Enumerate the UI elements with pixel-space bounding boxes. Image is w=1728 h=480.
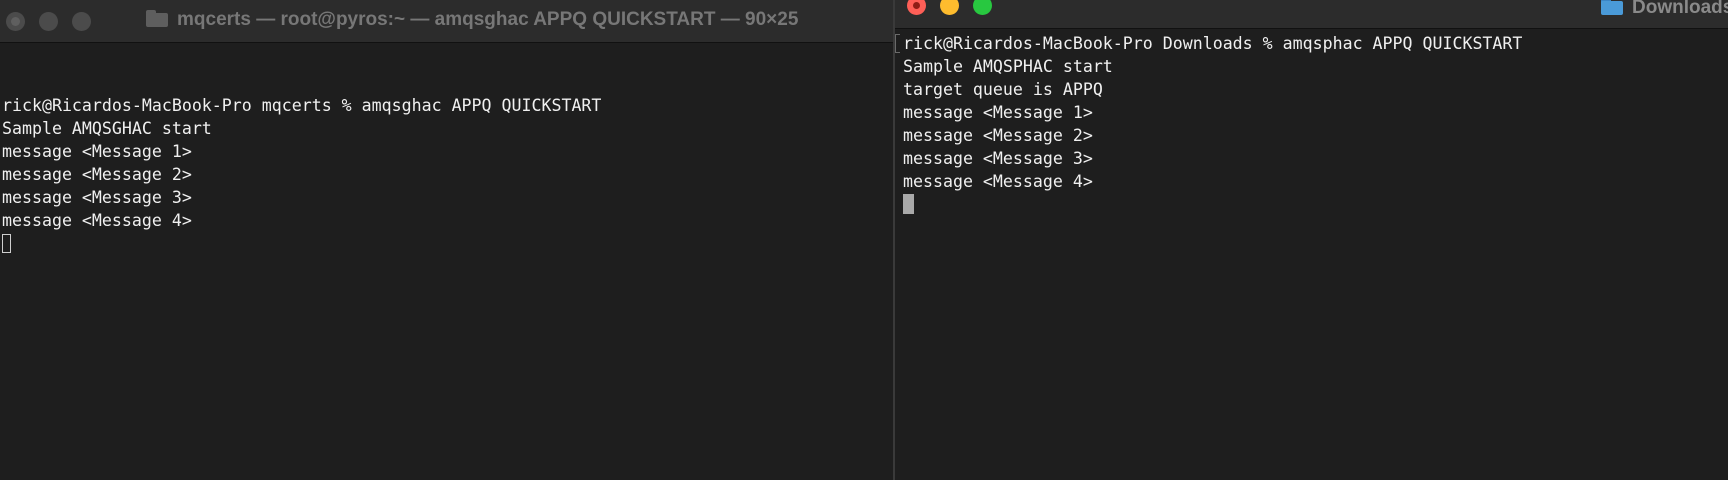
minimize-button[interactable] xyxy=(39,12,58,31)
window-titlebar-right[interactable]: Downloads xyxy=(895,0,1728,29)
window-title-left: mqcerts — root@pyros:~ — amqsghac APPQ Q… xyxy=(146,8,798,32)
terminal-line: message <Message 1> xyxy=(903,103,1093,122)
desktop: mqcerts — root@pyros:~ — amqsghac APPQ Q… xyxy=(0,0,1728,480)
zoom-button[interactable] xyxy=(973,0,992,15)
terminal-line: message <Message 4> xyxy=(903,172,1093,191)
window-titlebar-left[interactable]: mqcerts — root@pyros:~ — amqsghac APPQ Q… xyxy=(0,0,894,43)
terminal-line: Sample AMQSPHAC start xyxy=(903,57,1113,76)
close-button[interactable] xyxy=(6,12,25,31)
folder-icon xyxy=(146,10,168,27)
close-button[interactable] xyxy=(907,0,926,15)
terminal-output-left[interactable]: rick@Ricardos-MacBook-Pro mqcerts % amqs… xyxy=(2,71,601,253)
folder-icon xyxy=(1601,0,1623,15)
minimize-button[interactable] xyxy=(940,0,959,15)
terminal-line: target queue is APPQ xyxy=(903,80,1103,99)
terminal-line: message <Message 4> xyxy=(2,211,192,230)
window-title-text: mqcerts — root@pyros:~ — amqsghac APPQ Q… xyxy=(177,9,799,30)
terminal-line: message <Message 1> xyxy=(2,142,192,161)
line-marker-bracket xyxy=(895,34,900,53)
terminal-line: message <Message 3> xyxy=(903,149,1093,168)
terminal-output-right[interactable]: rick@Ricardos-MacBook-Pro Downloads % am… xyxy=(903,32,1522,214)
terminal-window-left[interactable]: mqcerts — root@pyros:~ — amqsghac APPQ Q… xyxy=(0,0,894,480)
window-title-text: Downloads xyxy=(1632,0,1728,18)
window-title-right: Downloads xyxy=(1601,0,1728,20)
terminal-line: Sample AMQSGHAC start xyxy=(2,119,212,138)
terminal-line: message <Message 3> xyxy=(2,188,192,207)
terminal-cursor xyxy=(2,234,11,253)
terminal-cursor xyxy=(903,194,914,214)
terminal-line: message <Message 2> xyxy=(903,126,1093,145)
terminal-line: rick@Ricardos-MacBook-Pro mqcerts % amqs… xyxy=(2,96,602,115)
terminal-line: rick@Ricardos-MacBook-Pro Downloads % am… xyxy=(903,34,1523,53)
terminal-line: message <Message 2> xyxy=(2,165,192,184)
zoom-button[interactable] xyxy=(72,12,91,31)
terminal-window-right[interactable]: Downloads rick@Ricardos-MacBook-Pro Down… xyxy=(895,0,1728,480)
